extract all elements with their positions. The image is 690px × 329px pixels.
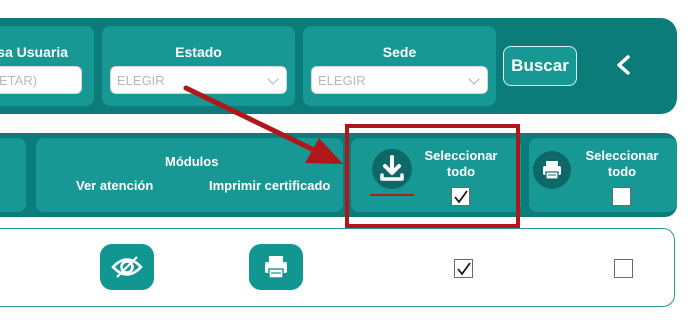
page: sa Usuaria ETAR) Estado ELEGIR Sede ELEG… (0, 0, 690, 329)
annotation-arrow-icon (183, 85, 343, 164)
